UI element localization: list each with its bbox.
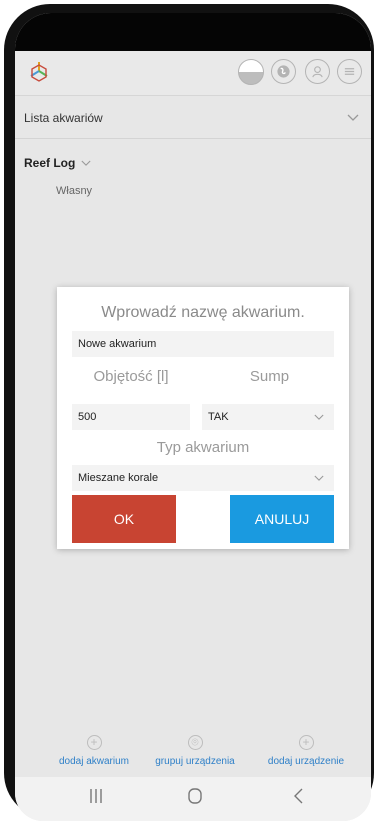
- app-header: [15, 51, 371, 96]
- sump-value: TAK: [208, 411, 229, 423]
- dialog-title: Wprowadź nazwę akwarium.: [101, 304, 305, 321]
- aquarium-list-label: Lista akwariów: [24, 111, 103, 125]
- globe-icon[interactable]: [271, 59, 296, 84]
- chevron-down-icon: [314, 414, 324, 420]
- system-nav-bar: [15, 777, 371, 821]
- volume-label: Objętość [l]: [93, 368, 169, 385]
- menu-icon[interactable]: [337, 59, 362, 84]
- chevron-down-icon: [314, 475, 324, 481]
- add-device-action[interactable]: + dodaj urządzenie: [258, 735, 354, 767]
- back-icon[interactable]: [292, 787, 306, 805]
- chevron-down-icon: [81, 160, 91, 166]
- group-name: Reef Log: [24, 156, 76, 170]
- aquarium-list-dropdown[interactable]: Lista akwariów: [15, 97, 371, 139]
- group-header[interactable]: Reef Log: [24, 154, 91, 172]
- cancel-button[interactable]: ANULUJ: [230, 495, 334, 543]
- group-devices-action[interactable]: ⌾ grupuj urządzenia: [145, 735, 245, 767]
- add-aquarium-dialog: Wprowadź nazwę akwarium. Nowe akwarium O…: [57, 287, 349, 549]
- aquarium-name-input[interactable]: Nowe akwarium: [72, 331, 334, 357]
- group-devices-label: grupuj urządzenia: [155, 756, 235, 767]
- add-aquarium-label: dodaj akwarium: [58, 756, 130, 767]
- volume-value: 500: [78, 411, 97, 423]
- add-aquarium-action[interactable]: + dodaj akwarium: [49, 735, 139, 767]
- aquarium-type-select[interactable]: Mieszane korale: [72, 465, 334, 491]
- sump-select[interactable]: TAK: [202, 404, 334, 430]
- sump-label: Sump: [249, 368, 290, 385]
- volume-input[interactable]: 500: [72, 404, 190, 430]
- recent-apps-icon[interactable]: [88, 787, 104, 805]
- plus-circle-icon: +: [86, 735, 102, 750]
- plus-circle-icon: +: [298, 735, 314, 750]
- aquarium-name-value: Nowe akwarium: [78, 338, 157, 350]
- bottom-actions: + dodaj akwarium ⌾ grupuj urządzenia + d…: [15, 735, 371, 775]
- aquarium-type-label: Typ akwarium: [156, 439, 250, 456]
- user-icon[interactable]: [305, 59, 330, 84]
- chevron-down-icon: [347, 114, 359, 121]
- aquarium-cube-logo[interactable]: [27, 59, 51, 83]
- group-item[interactable]: Własny: [56, 185, 92, 197]
- phone-frame: Lista akwariów Reef Log Własny Wprowadź …: [4, 4, 374, 821]
- screen: Lista akwariów Reef Log Własny Wprowadź …: [15, 13, 371, 821]
- add-device-label: dodaj urządzenie: [267, 756, 345, 767]
- ok-button[interactable]: OK: [72, 495, 176, 543]
- group-devices-icon: ⌾: [187, 735, 203, 750]
- status-bar: [15, 13, 371, 51]
- aquarium-type-value: Mieszane korale: [78, 472, 159, 484]
- home-icon[interactable]: [187, 787, 203, 805]
- half-circle-icon[interactable]: [238, 59, 264, 85]
